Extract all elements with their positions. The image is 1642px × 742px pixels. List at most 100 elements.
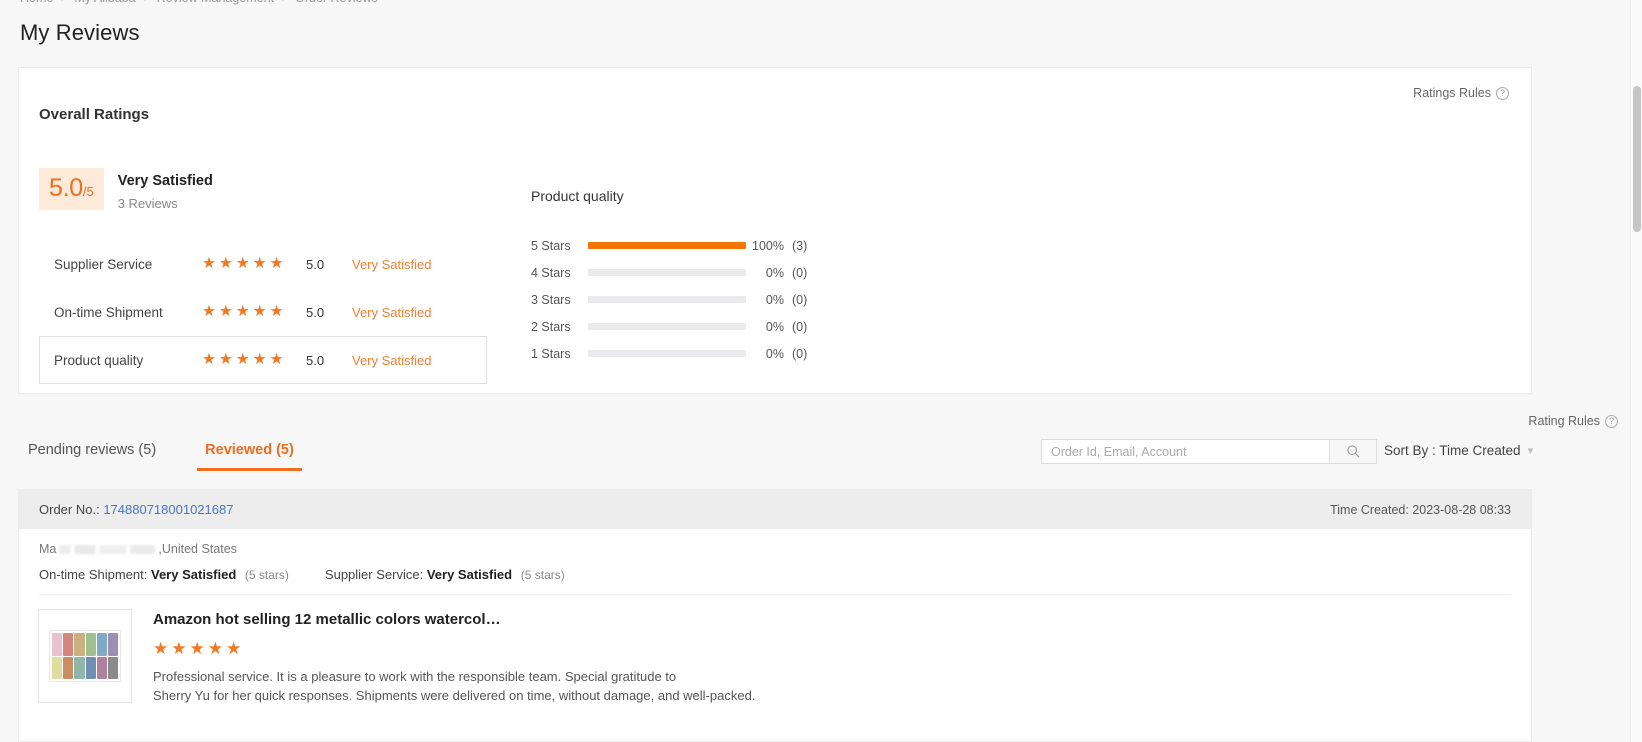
histogram-category: 3 Stars	[531, 292, 571, 307]
buyer-name-prefix: Ma	[39, 542, 57, 556]
order-number-link[interactable]: 174880718001021687	[103, 502, 233, 517]
star-icon: ★	[153, 639, 169, 658]
histogram-percent: 100%	[752, 238, 784, 253]
score-value: 5.0	[49, 174, 83, 202]
score-badge: 5.0 /5	[39, 168, 104, 210]
histogram-category: 1 Stars	[531, 346, 571, 361]
breadcrumb-separator-icon: /	[61, 0, 67, 4]
star-icon: ★	[235, 255, 250, 273]
histogram-category: 5 Stars	[531, 238, 571, 253]
histogram-category: 4 Stars	[531, 265, 571, 280]
rating-rules-link[interactable]: Rating Rules ?	[1528, 414, 1618, 428]
star-icon: ★	[202, 255, 216, 273]
search-icon	[1346, 445, 1360, 458]
review-line-1: Professional service. It is a pleasure t…	[153, 669, 677, 684]
overall-ratings-heading: Overall Ratings	[39, 106, 150, 123]
histogram-row-3-stars: 3 Stars 0% (0)	[531, 286, 831, 313]
search-button[interactable]	[1329, 439, 1377, 464]
star-icon: ★	[235, 351, 250, 369]
order-rating-summary: On-time Shipment: Very Satisfied (5 star…	[39, 567, 1511, 582]
star-icon: ★	[252, 351, 267, 369]
criteria-score: 5.0	[306, 352, 325, 368]
histogram-track	[588, 323, 746, 330]
scrollbar-thumb[interactable]	[1633, 86, 1641, 232]
search-input[interactable]	[1041, 439, 1329, 464]
rating-value: Very Satisfied	[151, 567, 237, 582]
histogram-track	[588, 269, 746, 276]
star-icon: ★	[218, 303, 233, 321]
rating-value: Very Satisfied	[426, 567, 513, 582]
tab-reviewed[interactable]: Reviewed (5)	[197, 436, 302, 471]
order-number-label: Order No.:	[39, 502, 100, 517]
criteria-word: Very Satisfied	[352, 304, 432, 320]
criteria-word: Very Satisfied	[352, 352, 432, 368]
criteria-label: Product quality	[54, 352, 144, 368]
review-tabs: Pending reviews (5) Reviewed (5)	[20, 436, 302, 471]
criteria-stars: ★ ★ ★ ★ ★	[202, 304, 306, 320]
histogram-row-2-stars: 2 Stars 0% (0)	[531, 313, 831, 340]
histogram-count: (0)	[792, 319, 808, 334]
order-rating-on-time-shipment: On-time Shipment: Very Satisfied (5 star…	[39, 567, 289, 582]
criteria-row-supplier-service[interactable]: Supplier Service ★ ★ ★ ★ ★ 5.0 Very Sati…	[39, 240, 487, 288]
breadcrumb-separator-icon: /	[143, 0, 149, 4]
histogram-track	[588, 296, 746, 303]
criteria-stars: ★ ★ ★ ★ ★	[202, 256, 306, 272]
reviewed-product-row: Amazon hot selling 12 metallic colors wa…	[19, 595, 1531, 706]
tab-pending-reviews[interactable]: Pending reviews (5)	[20, 436, 164, 471]
criteria-list: Supplier Service ★ ★ ★ ★ ★ 5.0 Very Sati…	[39, 240, 487, 384]
criteria-word: Very Satisfied	[352, 256, 432, 272]
histogram-count: (3)	[792, 238, 808, 253]
breadcrumb-separator-icon: /	[282, 0, 288, 4]
criteria-score: 5.0	[306, 304, 325, 320]
histogram-row-5-stars: 5 Stars 100% (3)	[531, 232, 831, 259]
star-icon: ★	[171, 639, 187, 658]
breadcrumb: Home / My Alibaba / Review Management / …	[20, 0, 378, 5]
histogram-percent: 0%	[765, 265, 784, 280]
histogram-row-4-stars: 4 Stars 0% (0)	[531, 259, 831, 286]
review-line-2: Sherry Yu for her quick responses. Shipm…	[153, 687, 756, 703]
page-title: My Reviews	[20, 20, 140, 45]
star-icon: ★	[235, 303, 250, 321]
sort-by-label: Sort By : Time Created	[1384, 443, 1521, 458]
order-time-created: Time Created: 2023-08-28 08:33	[1330, 502, 1511, 517]
star-icon: ★	[252, 303, 267, 321]
criteria-row-product-quality[interactable]: Product quality ★ ★ ★ ★ ★ 5.0 Very Satis…	[39, 336, 487, 384]
breadcrumb-item-order-reviews: Order Reviews	[295, 0, 378, 5]
star-icon: ★	[269, 303, 284, 321]
star-icon: ★	[202, 351, 216, 369]
star-icon: ★	[202, 303, 216, 321]
criteria-row-on-time-shipment[interactable]: On-time Shipment ★ ★ ★ ★ ★ 5.0 Very Sati…	[39, 288, 487, 336]
breadcrumb-item-my-alibaba[interactable]: My Alibaba	[74, 0, 135, 5]
rating-label: On-time Shipment:	[39, 567, 148, 582]
product-title[interactable]: Amazon hot selling 12 metallic colors wa…	[153, 611, 755, 628]
score-label: Very Satisfied	[117, 173, 213, 189]
star-icon: ★	[189, 639, 205, 658]
page-scrollbar[interactable]	[1630, 0, 1642, 742]
histogram-category: 2 Stars	[531, 319, 571, 334]
histogram-count: (0)	[792, 292, 808, 307]
histogram-row-1-stars: 1 Stars 0% (0)	[531, 340, 831, 367]
review-body: Professional service. It is a pleasure t…	[153, 668, 755, 706]
star-icon: ★	[226, 639, 242, 658]
rating-detail: (5 stars)	[520, 568, 565, 582]
help-circle-icon[interactable]: ?	[1605, 414, 1618, 428]
product-thumbnail[interactable]	[38, 609, 132, 703]
rating-distribution-chart: Product quality 5 Stars 100% (3) 4 Stars…	[531, 188, 831, 367]
help-circle-icon[interactable]: ?	[1496, 86, 1509, 100]
rating-rules-label: Rating Rules	[1528, 414, 1600, 428]
star-icon: ★	[218, 255, 233, 273]
histogram-count: (0)	[792, 346, 808, 361]
breadcrumb-item-home[interactable]: Home	[20, 0, 53, 5]
rating-detail: (5 stars)	[244, 568, 289, 582]
ratings-rules-label: Ratings Rules	[1413, 86, 1491, 100]
product-rating-stars: ★ ★ ★ ★ ★	[153, 640, 755, 657]
breadcrumb-item-review-management[interactable]: Review Management	[157, 0, 274, 5]
star-icon: ★	[269, 351, 284, 369]
review-count: 3 Reviews	[117, 196, 178, 211]
redacted-name-mask	[59, 544, 156, 554]
histogram-bar	[588, 242, 746, 249]
sort-by-dropdown[interactable]: Sort By : Time Created ▾	[1384, 443, 1533, 458]
ratings-rules-link[interactable]: Ratings Rules ?	[1413, 86, 1509, 100]
criteria-stars: ★ ★ ★ ★ ★	[202, 352, 306, 368]
order-rating-supplier-service: Supplier Service: Very Satisfied (5 star…	[325, 567, 565, 582]
